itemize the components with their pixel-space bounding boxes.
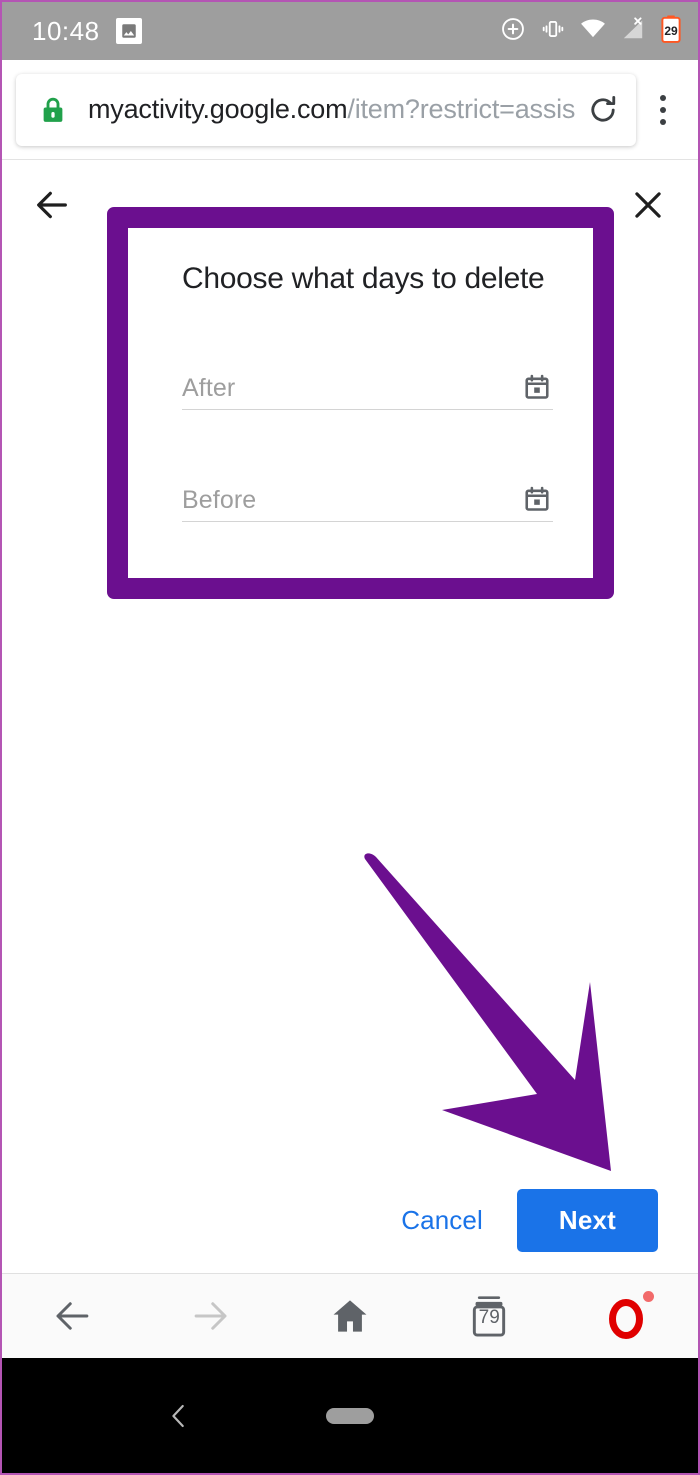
url-bar[interactable]: myactivity.google.com/item?restrict=assi… xyxy=(16,73,636,146)
url-domain: myactivity.google.com xyxy=(88,94,348,124)
before-date-placeholder: Before xyxy=(182,485,257,514)
page-content: Choose what days to delete After Before xyxy=(2,161,698,1276)
back-arrow-icon[interactable] xyxy=(28,181,76,229)
tab-counter-icon: 79 xyxy=(469,1294,509,1338)
bottom-forward-button[interactable] xyxy=(141,1274,280,1358)
before-date-field[interactable]: Before xyxy=(182,470,553,522)
url-path: /item?restrict=assis xyxy=(347,94,576,124)
browser-toolbar: myactivity.google.com/item?restrict=assi… xyxy=(2,60,698,160)
lock-icon xyxy=(38,95,68,125)
status-system-icons: 29 xyxy=(500,15,682,48)
dialog-title: Choose what days to delete xyxy=(182,262,545,295)
dialog-highlight-box: Choose what days to delete After Before xyxy=(107,207,614,599)
close-icon[interactable] xyxy=(624,181,672,229)
vibrate-mode-icon xyxy=(540,16,566,47)
bottom-back-button[interactable] xyxy=(2,1274,141,1358)
reload-icon[interactable] xyxy=(586,93,620,127)
screen-record-icon xyxy=(500,16,526,47)
annotation-arrow-icon xyxy=(332,851,642,1181)
url-text: myactivity.google.com/item?restrict=assi… xyxy=(88,94,580,125)
cancel-button[interactable]: Cancel xyxy=(379,1191,505,1250)
battery-icon: 29 xyxy=(660,15,682,48)
opera-logo-icon xyxy=(602,1290,655,1342)
nav-back-icon[interactable] xyxy=(157,1394,201,1438)
battery-level-text: 29 xyxy=(664,23,678,38)
kebab-dot-2 xyxy=(660,106,666,113)
bottom-opera-menu-button[interactable] xyxy=(559,1274,698,1358)
next-button[interactable]: Next xyxy=(516,1189,658,1252)
wifi-icon xyxy=(580,16,606,47)
calendar-icon[interactable] xyxy=(523,485,551,513)
phone-screen: 10:48 29 myactivity.google.com/item?rest… xyxy=(0,0,700,1475)
browser-bottom-bar: 79 xyxy=(2,1273,698,1358)
image-notification-icon xyxy=(115,18,142,44)
delete-range-dialog: Choose what days to delete After Before xyxy=(128,228,593,578)
bottom-tabs-button[interactable]: 79 xyxy=(420,1274,559,1358)
status-bar: 10:48 29 xyxy=(2,2,698,60)
dialog-actions: Cancel Next xyxy=(379,1189,658,1252)
nav-home-pill[interactable] xyxy=(326,1407,374,1424)
status-clock: 10:48 xyxy=(32,15,100,46)
after-date-field[interactable]: After xyxy=(182,358,553,410)
kebab-dot-1 xyxy=(660,94,666,101)
android-navigation-bar xyxy=(2,1358,698,1473)
status-notification-icons xyxy=(115,18,142,44)
after-date-placeholder: After xyxy=(182,373,236,402)
more-options-icon[interactable] xyxy=(636,94,690,125)
kebab-dot-3 xyxy=(660,118,666,125)
no-signal-icon xyxy=(620,16,646,47)
tab-count-text: 79 xyxy=(478,1307,500,1328)
bottom-home-button[interactable] xyxy=(280,1274,419,1358)
calendar-icon[interactable] xyxy=(523,373,551,401)
